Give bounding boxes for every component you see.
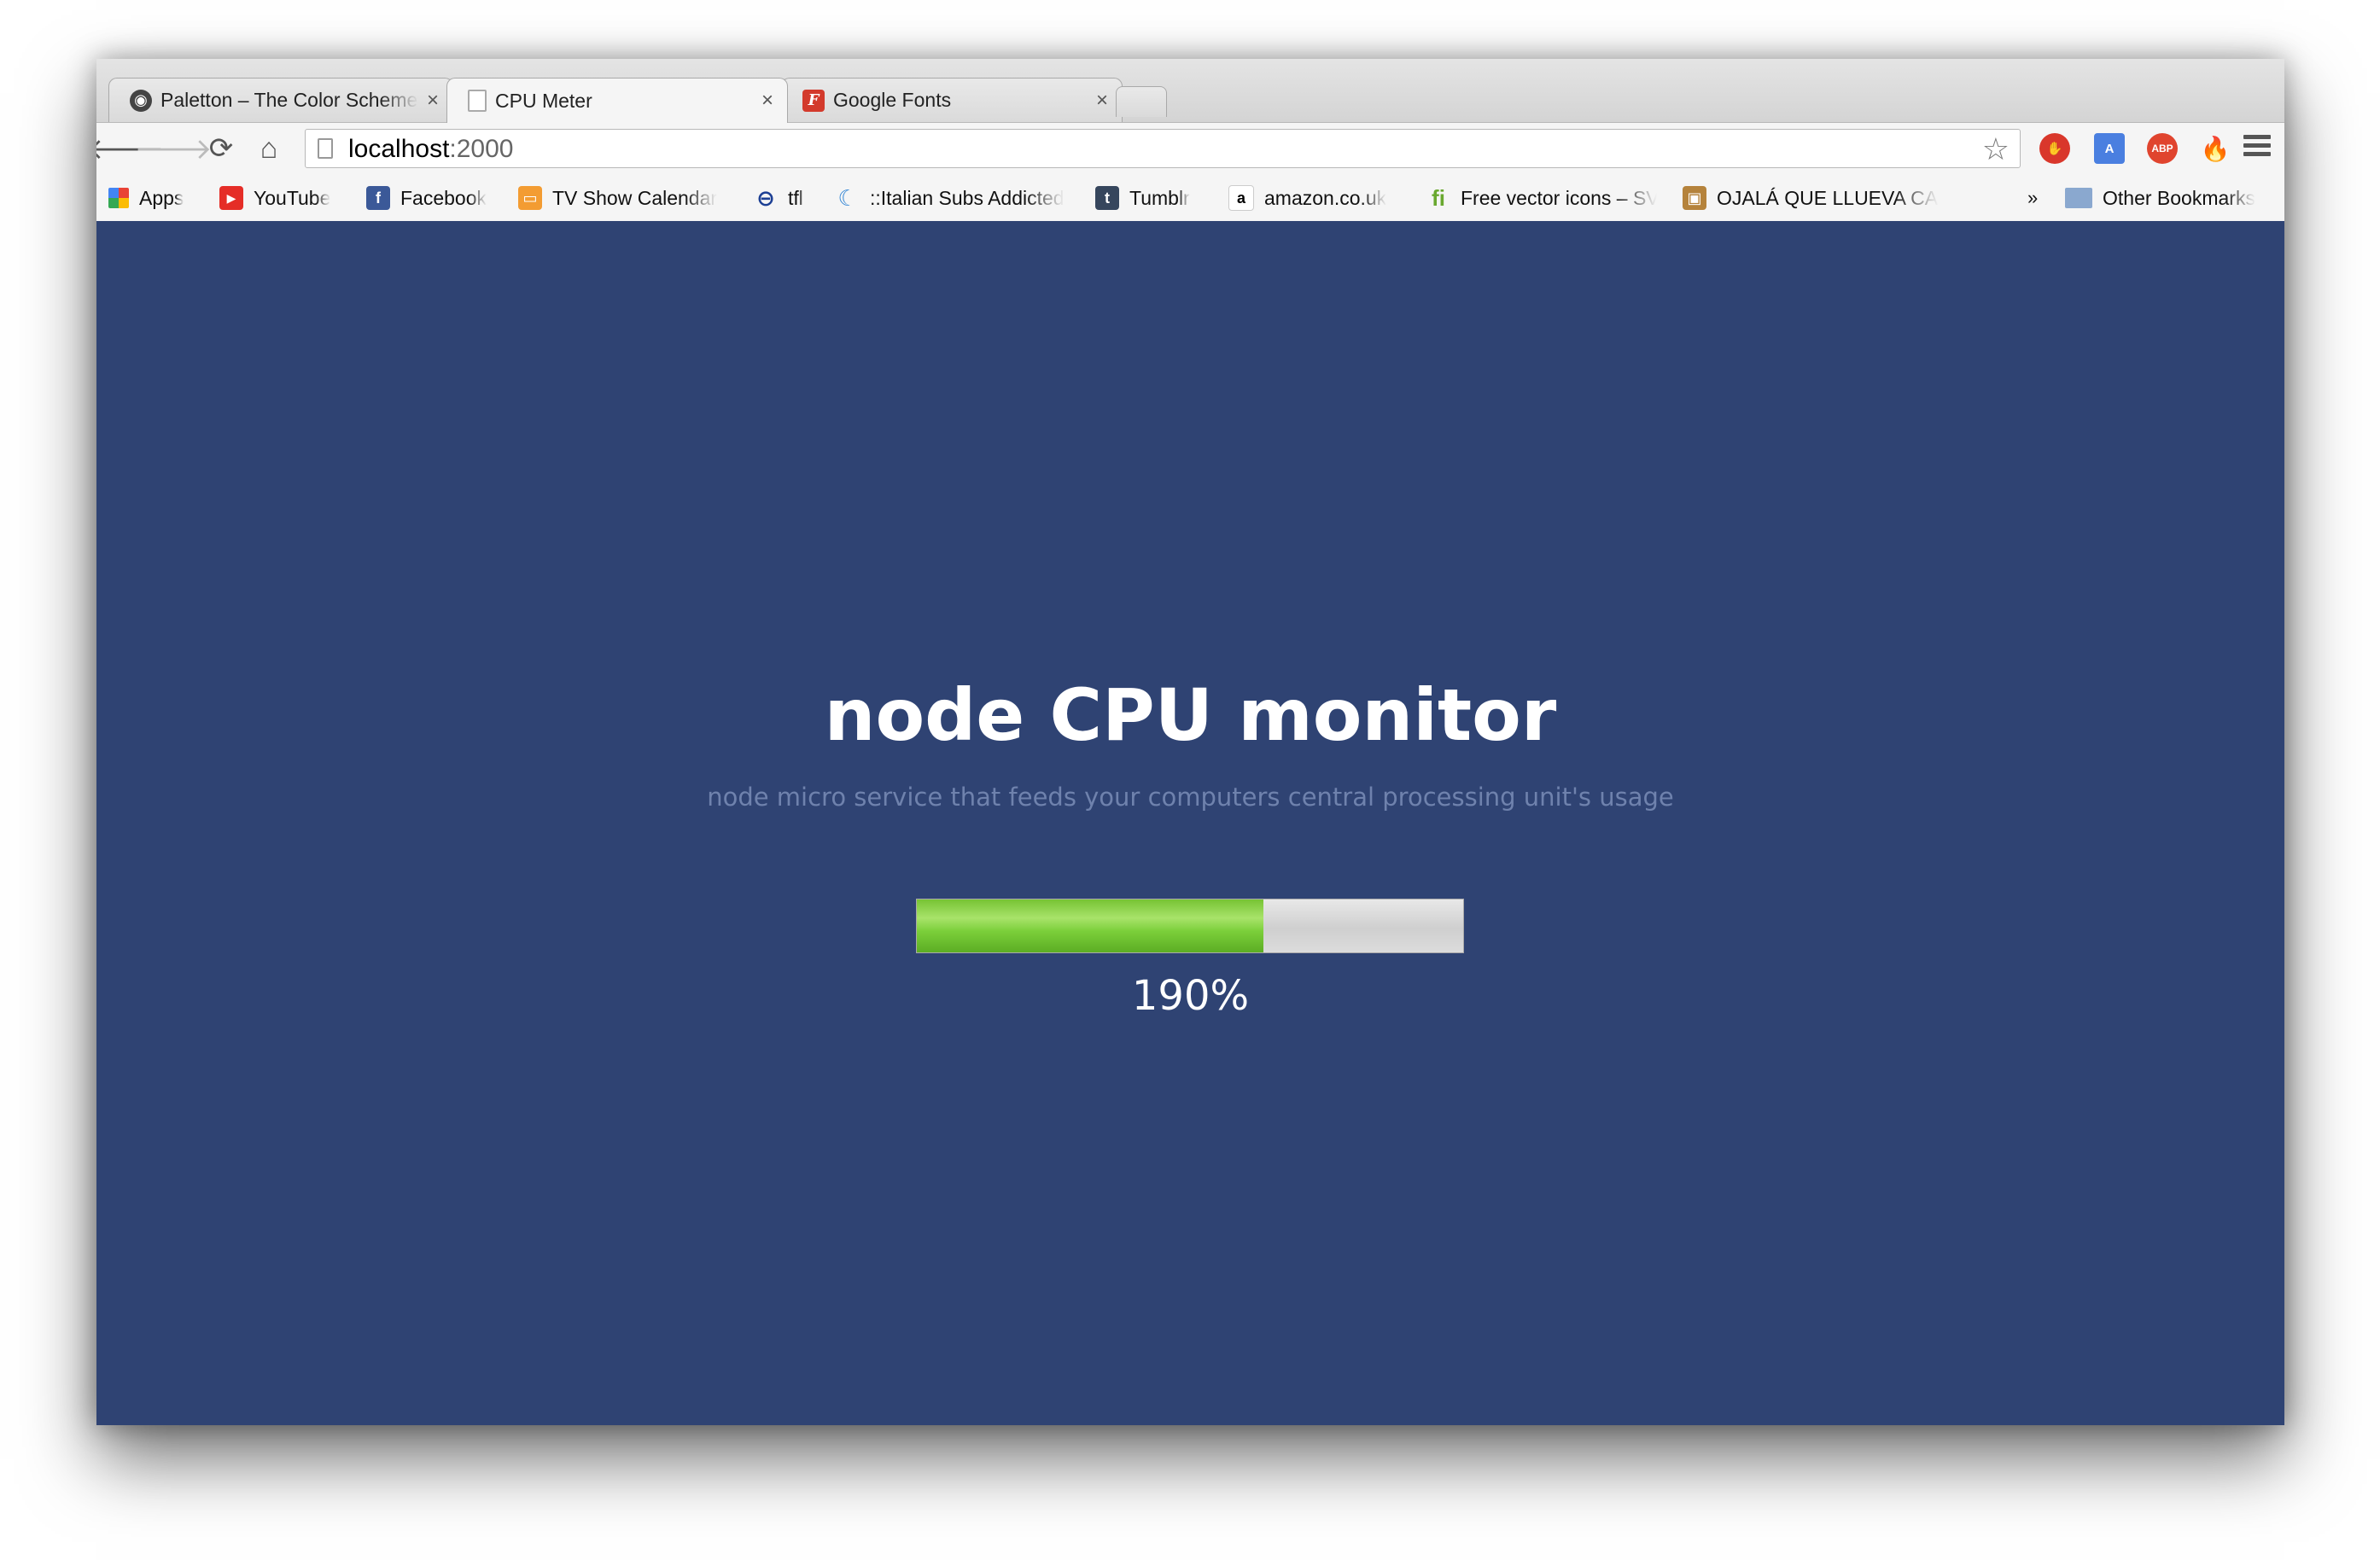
reload-icon: ⟳: [208, 132, 234, 165]
close-tab-icon[interactable]: ×: [427, 89, 439, 113]
tab-strip: ◉ Paletton – The Color Scheme Designer ×…: [96, 59, 2284, 123]
bookmark-tumblr[interactable]: t Tumblr: [1095, 184, 1190, 212]
new-tab-button[interactable]: [1116, 86, 1167, 117]
page-icon: [468, 90, 487, 112]
url-host: localhost: [348, 135, 450, 163]
cpu-meter-fill: [917, 899, 1264, 952]
bookmark-label: Apps: [139, 186, 184, 209]
amazon-icon: a: [1228, 185, 1254, 211]
bookmark-ojala[interactable]: ▣ OJALÁ QUE LLUEVA CAFÉ: [1683, 184, 1939, 212]
toolbar: 🡐 🡒 ⟳ ⌂ localhost:2000 ☆ ✋ A ABP 🔥: [96, 123, 2284, 172]
bookmark-amazon[interactable]: a amazon.co.uk: [1228, 184, 1386, 212]
browser-window: ◉ Paletton – The Color Scheme Designer ×…: [96, 59, 2284, 1425]
translate-icon[interactable]: A: [2094, 133, 2125, 164]
bookmark-label: Tumblr: [1129, 186, 1190, 209]
tab-google-fonts[interactable]: F Google Fonts ×: [781, 78, 1123, 122]
bookmarks-overflow-button[interactable]: »: [2027, 184, 2038, 212]
bookmark-youtube[interactable]: ▶ YouTube: [219, 184, 330, 212]
adblock-plus-icon[interactable]: ABP: [2147, 133, 2178, 164]
bookmark-label: OJALÁ QUE LLUEVA CAFÉ: [1717, 186, 1939, 209]
bookmark-label: Other Bookmarks: [2103, 186, 2255, 209]
tab-title: Paletton – The Color Scheme Designer: [160, 89, 418, 111]
bookmark-label: Facebook: [400, 186, 487, 209]
other-bookmarks-folder[interactable]: Other Bookmarks: [2065, 184, 2255, 212]
bookmark-label: TV Show Calendar: [552, 186, 718, 209]
bookmark-label: YouTube: [254, 186, 331, 209]
google-fonts-icon: F: [802, 89, 825, 112]
bookmark-tv-show-calendar[interactable]: ▭ TV Show Calendar: [518, 184, 717, 212]
bookmark-apps[interactable]: Apps: [108, 184, 184, 212]
tab-cpu-meter[interactable]: CPU Meter ×: [446, 78, 788, 123]
flaticon-icon: fi: [1432, 184, 1445, 211]
address-bar[interactable]: localhost:2000 ☆: [305, 129, 2021, 168]
forward-button[interactable]: 🡒: [134, 131, 212, 166]
tab-title: CPU Meter: [495, 89, 592, 112]
tab-title: Google Fonts: [833, 89, 952, 111]
bookmark-label: amazon.co.uk: [1264, 186, 1387, 209]
youtube-icon: ▶: [219, 186, 243, 210]
close-tab-icon[interactable]: ×: [761, 89, 773, 113]
page-content: node CPU monitor node micro service that…: [96, 221, 2284, 1425]
bookmark-flaticon[interactable]: fi Free vector icons – SVG: [1426, 184, 1657, 212]
url-text[interactable]: localhost:2000: [348, 135, 513, 164]
bookmark-label: Free vector icons – SVG: [1461, 186, 1657, 209]
menu-icon[interactable]: [2243, 135, 2271, 160]
ext-stop-icon[interactable]: ✋: [2039, 133, 2070, 164]
tumblr-icon: t: [1095, 186, 1119, 210]
bookmark-tfl[interactable]: ⊖ tfl: [754, 184, 803, 212]
facebook-icon: f: [366, 186, 390, 210]
cpu-percent-readout: 190%: [1131, 972, 1250, 1020]
page-icon: [318, 138, 333, 159]
italian-subs-icon: ☾: [837, 184, 858, 211]
home-icon: ⌂: [260, 131, 278, 165]
fire-extension-icon[interactable]: 🔥: [2200, 133, 2231, 164]
close-tab-icon[interactable]: ×: [1096, 89, 1108, 113]
ojala-icon: ▣: [1683, 186, 1706, 210]
tv-icon: ▭: [518, 186, 542, 210]
folder-icon: [2065, 188, 2092, 208]
forward-arrow-icon: 🡒: [134, 132, 213, 166]
bookmark-label: ::Italian Subs Addicted: [870, 186, 1065, 209]
cpu-meter-bar: [916, 899, 1464, 953]
tfl-roundel-icon: ⊖: [756, 184, 775, 211]
page-subtitle: node micro service that feeds your compu…: [707, 783, 1674, 812]
paletton-icon: ◉: [130, 89, 152, 112]
url-port: :2000: [449, 135, 514, 163]
apps-grid-icon: [108, 188, 129, 208]
tab-paletton[interactable]: ◉ Paletton – The Color Scheme Designer ×: [108, 78, 453, 122]
bookmark-italian-subs[interactable]: ☾ ::Italian Subs Addicted: [836, 184, 1065, 212]
bookmarks-bar: Apps ▶ YouTube f Facebook ▭ TV Show Cale…: [96, 172, 2284, 222]
bookmark-star-icon[interactable]: ☆: [1982, 131, 2010, 167]
bookmark-facebook[interactable]: f Facebook: [366, 184, 487, 212]
reload-button[interactable]: ⟳: [204, 131, 238, 166]
home-button[interactable]: ⌂: [252, 131, 286, 166]
page-title: node CPU monitor: [824, 673, 1557, 757]
bookmark-label: tfl: [788, 186, 803, 209]
